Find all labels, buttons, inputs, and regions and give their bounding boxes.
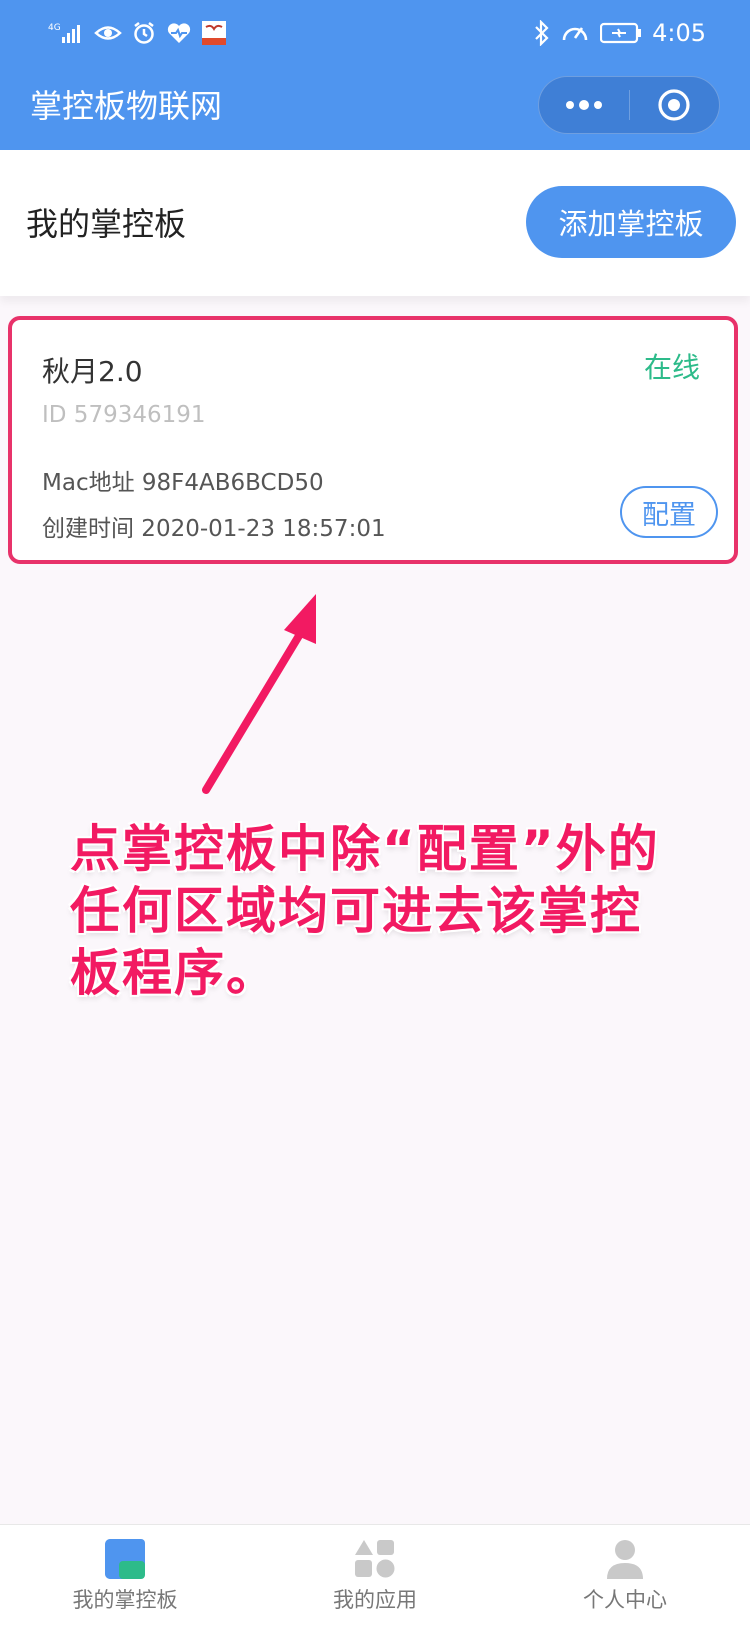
page-title: 掌控板物联网	[30, 87, 223, 125]
board-icon	[105, 1539, 145, 1579]
app-notification-icon	[202, 21, 226, 45]
status-bar-left: 4G	[48, 18, 226, 48]
tab-label: 我的掌控板	[72, 1588, 178, 1612]
header-section: 我的掌控板 添加掌控板	[0, 150, 750, 296]
arrow-head	[284, 594, 316, 644]
bluetooth-icon	[534, 20, 550, 46]
close-mini-program-button[interactable]	[630, 76, 720, 134]
user-icon	[607, 1540, 643, 1579]
apps-icon	[355, 1540, 395, 1578]
battery-icon	[600, 21, 642, 45]
eye-icon	[94, 22, 122, 44]
tab-label: 我的应用	[333, 1588, 417, 1612]
add-board-button[interactable]: 添加掌控板	[526, 186, 736, 258]
config-button[interactable]: 配置	[620, 486, 718, 538]
tab-my-apps[interactable]: 我的应用	[250, 1525, 500, 1627]
tab-profile[interactable]: 个人中心	[500, 1525, 750, 1627]
top-bar: 4G 4:05 掌控板物联网	[0, 0, 750, 150]
speed-icon	[560, 20, 590, 46]
alarm-icon	[132, 21, 156, 45]
arrow-shaft	[202, 630, 304, 794]
status-bar-right: 4:05	[534, 18, 706, 48]
tab-label: 个人中心	[583, 1588, 667, 1612]
more-button[interactable]	[539, 76, 629, 134]
status-time: 4:05	[652, 19, 706, 47]
board-mac-address: Mac地址 98F4AB6BCD50	[42, 470, 324, 496]
mini-program-capsule	[538, 76, 720, 134]
board-id: ID 579346191	[42, 402, 206, 428]
board-card[interactable]: 秋月2.0 在线 ID 579346191 Mac地址 98F4AB6BCD50…	[8, 316, 738, 564]
more-dots-icon	[565, 100, 602, 110]
status-badge: 在线	[643, 351, 700, 384]
board-created-time: 创建时间 2020-01-23 18:57:01	[42, 516, 386, 542]
target-circle-icon	[658, 89, 690, 121]
tab-my-boards[interactable]: 我的掌控板	[0, 1525, 250, 1627]
board-name: 秋月2.0	[42, 355, 143, 388]
section-title: 我的掌控板	[26, 205, 187, 243]
annotation-text: 点掌控板中除“配置”外的任何区域均可进去该掌控板程序。	[70, 820, 660, 1002]
tab-bar: 我的掌控板 我的应用 个人中心	[0, 1524, 750, 1627]
heart-rate-icon	[166, 21, 192, 45]
signal-icon: 4G	[48, 21, 84, 45]
svg-text:4G: 4G	[48, 23, 61, 33]
